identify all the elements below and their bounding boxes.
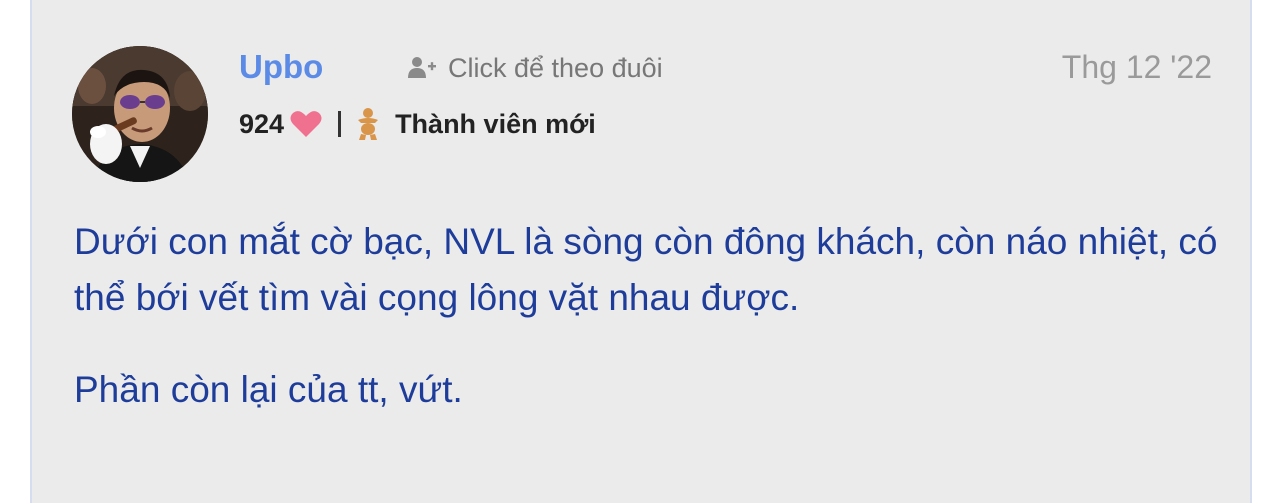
author-meta: 924 Thành viên mới [239,104,596,144]
post-paragraph: Dưới con mắt cờ bạc, NVL là sòng còn đôn… [74,221,1218,318]
post-timestamp[interactable]: Thg 12 '22 [1062,48,1212,86]
post-body: Dưới con mắt cờ bạc, NVL là sòng còn đôn… [74,214,1224,454]
baby-rank-icon [355,107,381,141]
post-card: Upbo Click để theo đuôi Thg 12 '22 924 T… [30,0,1252,503]
follow-label: Click để theo đuôi [448,52,663,83]
add-user-icon [408,56,436,80]
heart-icon [290,110,322,138]
follow-button[interactable]: Click để theo đuôi [408,50,663,86]
username-link[interactable]: Upbo [239,47,323,87]
meta-divider [338,111,342,137]
post-paragraph: Phần còn lại của tt, vứt. [74,369,463,410]
reaction-count: 924 [239,108,285,139]
member-rank: Thành viên mới [395,108,596,139]
user-avatar[interactable] [72,46,208,182]
